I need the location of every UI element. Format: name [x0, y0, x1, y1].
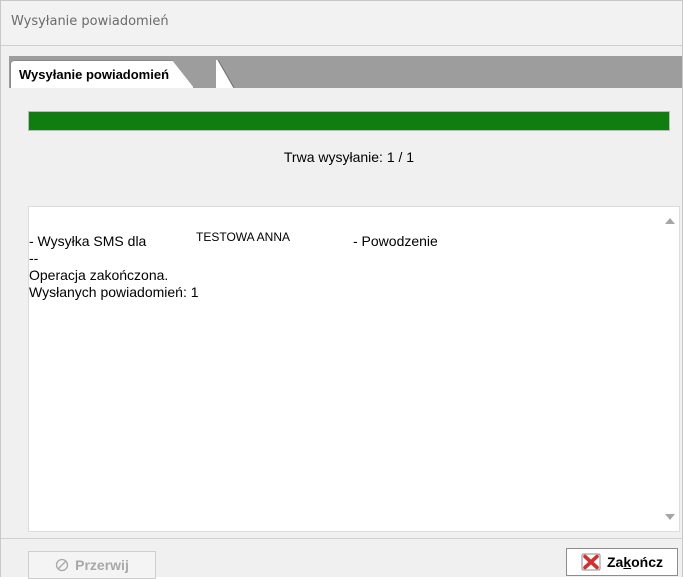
tab-edge-decoration	[216, 60, 234, 88]
stop-button-label: Przerwij	[75, 557, 129, 573]
stop-button[interactable]: Przerwij	[28, 551, 156, 579]
progress-bar	[28, 111, 670, 131]
tab-wysylanie-powiadomien[interactable]: Wysyłanie powiadomień	[10, 60, 195, 88]
log-recipient: TESTOWA ANNA	[196, 230, 291, 244]
log-result: - Powodzenie	[353, 233, 438, 249]
finish-button-label: Zakończ	[606, 554, 664, 570]
scroll-down-icon[interactable]	[665, 514, 675, 520]
finish-button[interactable]: Zakończ	[566, 548, 678, 576]
title-bar: Wysyłanie powiadomień	[1, 1, 682, 46]
log-separator: --	[29, 250, 39, 266]
log-row: - Wysyłka SMS dla TESTOWA ANNA - Powodze…	[29, 230, 659, 250]
red-x-icon	[581, 553, 601, 571]
cancel-circle-icon	[55, 558, 69, 572]
sending-status: Trwa wysyłanie: 1 / 1	[283, 149, 415, 165]
log-row: Operacja zakończona.	[29, 267, 659, 284]
log-scrollbar[interactable]	[662, 207, 679, 531]
window-title: Wysyłanie powiadomień	[11, 14, 169, 29]
log-textarea[interactable]: - Wysyłka SMS dla TESTOWA ANNA - Powodze…	[28, 206, 680, 532]
log-operation-finished: Operacja zakończona.	[29, 267, 169, 283]
dialog-window: Wysyłanie powiadomień Wysyłanie powiadom…	[0, 0, 683, 579]
log-prefix: - Wysyłka SMS dla	[29, 233, 147, 249]
progress-bar-fill	[29, 112, 669, 130]
log-sent-count: Wysłanych powiadomień: 1	[29, 284, 199, 300]
tab-label: Wysyłanie powiadomień	[19, 67, 170, 82]
log-row: --	[29, 250, 659, 267]
scroll-up-icon[interactable]	[665, 218, 675, 224]
log-row: Wysłanych powiadomień: 1	[29, 284, 659, 301]
log-content: - Wysyłka SMS dla TESTOWA ANNA - Powodze…	[29, 230, 659, 301]
